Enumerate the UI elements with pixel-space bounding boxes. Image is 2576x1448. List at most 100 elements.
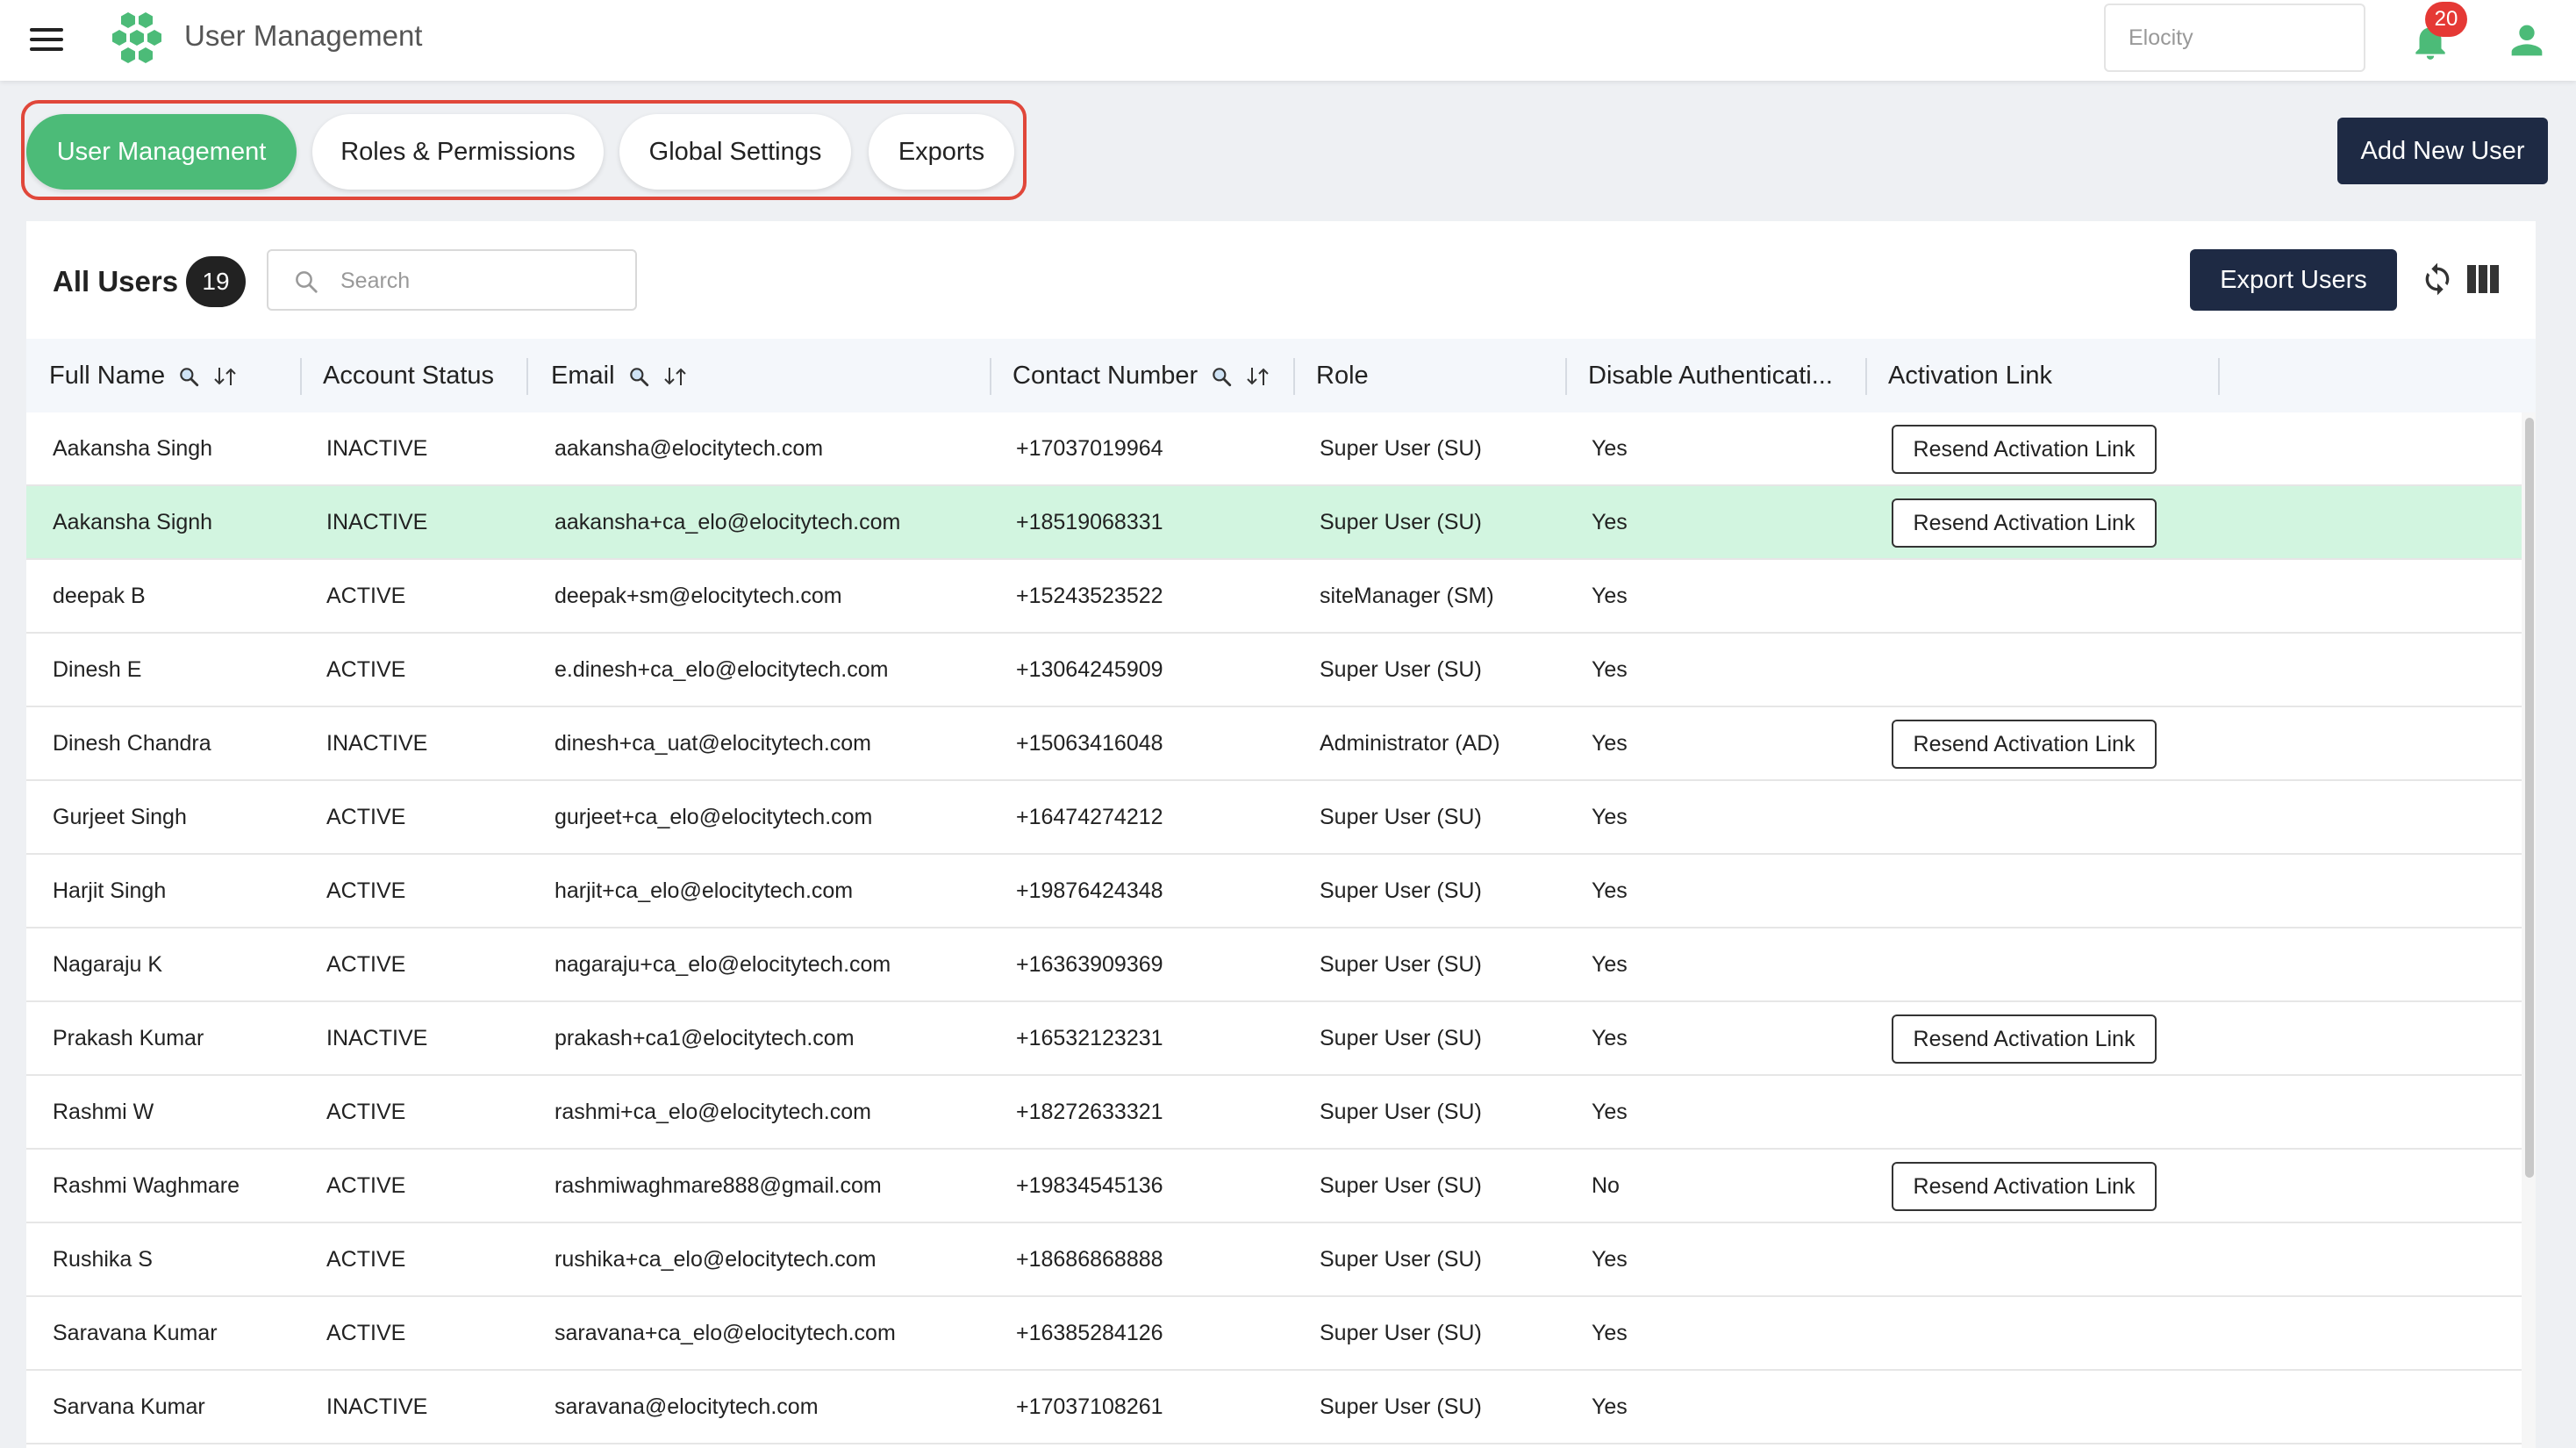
- search-input[interactable]: [339, 262, 623, 300]
- cell-full-name: Gurjeet Singh: [53, 805, 187, 829]
- cell-role: siteManager (SM): [1320, 584, 1494, 608]
- column-header-contact-number[interactable]: Contact Number: [1013, 339, 1271, 412]
- cell-email: deepak+sm@elocitytech.com: [555, 584, 842, 608]
- cell-account-status: INACTIVE: [326, 1026, 428, 1050]
- user-icon[interactable]: [2502, 18, 2551, 63]
- cell-full-name: Rashmi Waghmare: [53, 1173, 240, 1198]
- cell-email: e.dinesh+ca_elo@elocitytech.com: [555, 657, 889, 682]
- column-header-role[interactable]: Role: [1316, 339, 1369, 412]
- cell-account-status: INACTIVE: [326, 731, 428, 756]
- resend-activation-link-button[interactable]: Resend Activation Link: [1892, 1162, 2157, 1211]
- hexagon-logo-icon: [112, 12, 161, 63]
- table-row[interactable]: deepak B ACTIVE deepak+sm@elocitytech.com +…: [26, 560, 2522, 634]
- sort-arrows-icon[interactable]: [662, 365, 689, 388]
- cell-full-name: deepak B: [53, 584, 146, 608]
- tab-roles-permissions[interactable]: Roles & Permissions: [312, 114, 604, 190]
- scrollbar-thumb[interactable]: [2525, 418, 2534, 1178]
- refresh-icon[interactable]: [2420, 260, 2455, 298]
- column-header-account-status[interactable]: Account Status: [323, 339, 494, 412]
- cell-disable-authentication: Yes: [1592, 657, 1628, 682]
- cell-role: Super User (SU): [1320, 805, 1482, 829]
- cell-email: gurjeet+ca_elo@elocitytech.com: [555, 805, 873, 829]
- column-separator[interactable]: [2218, 358, 2220, 395]
- tenant-selector[interactable]: Elocity: [2104, 4, 2365, 72]
- cell-disable-authentication: Yes: [1592, 1247, 1628, 1272]
- cell-contact-number: +16385284126: [1016, 1321, 1163, 1345]
- table-row[interactable]: Saravana Kumar ACTIVE saravana+ca_elo@eloc…: [26, 1297, 2522, 1371]
- table-row[interactable]: Prakash Kumar INACTIVE prakash+ca1@elocity…: [26, 1002, 2522, 1076]
- cell-account-status: ACTIVE: [326, 1247, 406, 1272]
- column-separator[interactable]: [300, 358, 302, 395]
- cell-role: Super User (SU): [1320, 1173, 1482, 1198]
- column-separator[interactable]: [1293, 358, 1295, 395]
- users-panel: All Users 19 Export Users Full Name Acco…: [26, 221, 2536, 1448]
- cell-email: rashmi+ca_elo@elocitytech.com: [555, 1100, 871, 1124]
- cell-role: Super User (SU): [1320, 510, 1482, 534]
- cell-account-status: ACTIVE: [326, 584, 406, 608]
- cell-disable-authentication: Yes: [1592, 1321, 1628, 1345]
- app-title: User Management: [184, 19, 423, 52]
- cell-disable-authentication: Yes: [1592, 436, 1628, 461]
- tab-global-settings[interactable]: Global Settings: [619, 114, 851, 190]
- cell-disable-authentication: Yes: [1592, 805, 1628, 829]
- table-row[interactable]: Sarvana Kumar INACTIVE saravana@elocitytec…: [26, 1371, 2522, 1444]
- cell-contact-number: +15063416048: [1016, 731, 1163, 756]
- sort-arrows-icon[interactable]: [1245, 365, 1271, 388]
- magnifier-icon[interactable]: [177, 365, 200, 388]
- table-row[interactable]: Gurjeet Singh ACTIVE gurjeet+ca_elo@elocit…: [26, 781, 2522, 855]
- column-separator[interactable]: [990, 358, 991, 395]
- export-users-button[interactable]: Export Users: [2190, 249, 2397, 311]
- table-row[interactable]: Rashmi Waghmare ACTIVE rashmiwaghmare888@g…: [26, 1150, 2522, 1223]
- cell-email: rushika+ca_elo@elocitytech.com: [555, 1247, 877, 1272]
- add-new-user-button[interactable]: Add New User: [2337, 118, 2548, 184]
- column-header-activation-link[interactable]: Activation Link: [1888, 339, 2052, 412]
- tab-user-management[interactable]: User Management: [26, 114, 297, 190]
- cell-role: Super User (SU): [1320, 1394, 1482, 1419]
- column-separator[interactable]: [526, 358, 528, 395]
- column-separator[interactable]: [1565, 358, 1567, 395]
- column-header-disable-authentication[interactable]: Disable Authenticati...: [1588, 339, 1833, 412]
- cell-contact-number: +16474274212: [1016, 805, 1163, 829]
- columns-icon[interactable]: [2467, 265, 2499, 293]
- cell-role: Super User (SU): [1320, 1247, 1482, 1272]
- resend-activation-link-button[interactable]: Resend Activation Link: [1892, 425, 2157, 474]
- notification-badge: 20: [2425, 2, 2467, 37]
- top-bar: User Management Elocity 20: [0, 0, 2576, 81]
- column-header-email[interactable]: Email: [551, 339, 689, 412]
- table-row[interactable]: Dinesh Chandra INACTIVE dinesh+ca_uat@eloc…: [26, 707, 2522, 781]
- cell-email: saravana@elocitytech.com: [555, 1394, 819, 1419]
- table-row[interactable]: Rashmi W ACTIVE rashmi+ca_elo@elocitytech.…: [26, 1076, 2522, 1150]
- column-separator[interactable]: [1865, 358, 1867, 395]
- cell-disable-authentication: Yes: [1592, 952, 1628, 977]
- cell-role: Super User (SU): [1320, 952, 1482, 977]
- cell-disable-authentication: Yes: [1592, 1394, 1628, 1419]
- cell-email: prakash+ca1@elocitytech.com: [555, 1026, 855, 1050]
- cell-email: aakansha+ca_elo@elocitytech.com: [555, 510, 901, 534]
- resend-activation-link-button[interactable]: Resend Activation Link: [1892, 720, 2157, 769]
- cell-role: Administrator (AD): [1320, 731, 1500, 756]
- panel-title: All Users: [53, 265, 179, 297]
- table-row[interactable]: Harjit Singh ACTIVE harjit+ca_elo@elocityt…: [26, 855, 2522, 928]
- cell-disable-authentication: No: [1592, 1173, 1620, 1198]
- cell-account-status: ACTIVE: [326, 1173, 406, 1198]
- cell-disable-authentication: Yes: [1592, 510, 1628, 534]
- cell-account-status: INACTIVE: [326, 510, 428, 534]
- table-row[interactable]: Aakansha Signh INACTIVE aakansha+ca_elo@el…: [26, 486, 2522, 560]
- sort-arrows-icon[interactable]: [212, 365, 239, 388]
- magnifier-icon[interactable]: [1210, 365, 1233, 388]
- column-header-full-name[interactable]: Full Name: [49, 339, 239, 412]
- cell-full-name: Prakash Kumar: [53, 1026, 204, 1050]
- resend-activation-link-button[interactable]: Resend Activation Link: [1892, 498, 2157, 548]
- table-row[interactable]: Rushika S ACTIVE rushika+ca_elo@elocitytec…: [26, 1223, 2522, 1297]
- magnifier-icon[interactable]: [627, 365, 650, 388]
- resend-activation-link-button[interactable]: Resend Activation Link: [1892, 1014, 2157, 1064]
- table-row[interactable]: Dinesh E ACTIVE e.dinesh+ca_elo@elocitytec…: [26, 634, 2522, 707]
- cell-role: Super User (SU): [1320, 1321, 1482, 1345]
- cell-role: Super User (SU): [1320, 878, 1482, 903]
- table-row[interactable]: Aakansha Singh INACTIVE aakansha@elocityte…: [26, 412, 2522, 486]
- tab-exports[interactable]: Exports: [869, 114, 1014, 190]
- menu-icon[interactable]: [26, 21, 67, 58]
- cell-contact-number: +18272633321: [1016, 1100, 1163, 1124]
- table-row[interactable]: Nagaraju K ACTIVE nagaraju+ca_elo@elocityt…: [26, 928, 2522, 1002]
- search-box: [267, 249, 637, 311]
